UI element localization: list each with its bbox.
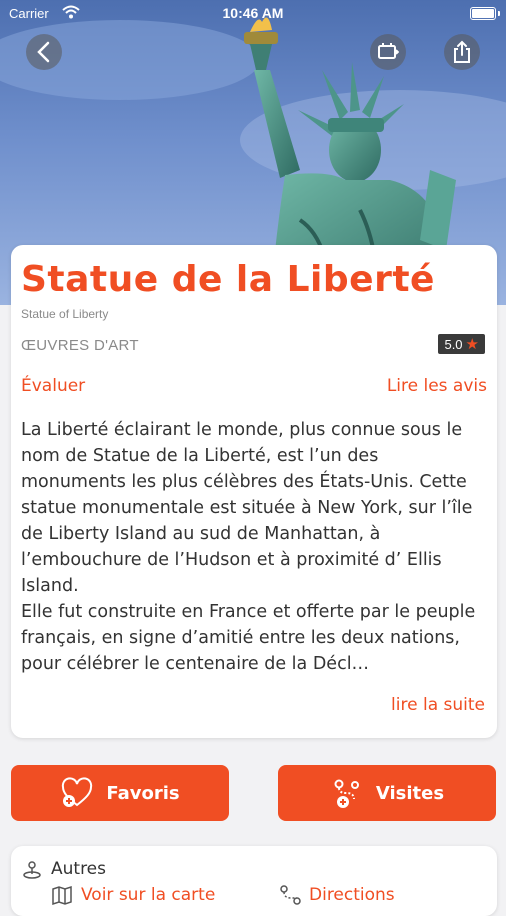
- directions-label: Directions: [309, 885, 395, 905]
- pin-icon: [23, 861, 41, 879]
- place-details-card: Statue de la Liberté Statue of Liberty Œ…: [11, 245, 497, 738]
- read-reviews-link[interactable]: Lire les avis: [387, 376, 487, 396]
- back-button[interactable]: [26, 34, 62, 70]
- rate-link[interactable]: Évaluer: [21, 376, 85, 396]
- rating-badge: 5.0 ★: [438, 334, 485, 354]
- read-more-link[interactable]: lire la suite: [391, 695, 485, 715]
- clock: 10:46 AM: [222, 5, 284, 21]
- place-description: La Liberté éclairant le monde, plus conn…: [21, 420, 476, 674]
- others-label: Autres: [51, 859, 107, 879]
- chevron-left-icon: [37, 41, 50, 63]
- map-icon: [52, 885, 72, 906]
- map-card-icon: [378, 43, 399, 59]
- place-subtitle: Statue of Liberty: [21, 307, 109, 321]
- share-icon: [454, 40, 470, 63]
- map-button[interactable]: [370, 34, 406, 70]
- visits-button[interactable]: Visites: [278, 765, 496, 821]
- route-plus-icon: [334, 779, 359, 808]
- others-row: Autres: [21, 858, 106, 880]
- visits-label: Visites: [375, 782, 445, 804]
- place-title: Statue de la Liberté: [21, 259, 435, 300]
- favorites-label: Favoris: [106, 782, 180, 804]
- star-icon: ★: [465, 336, 479, 353]
- rating-value: 5.0: [444, 336, 463, 352]
- battery-icon: [470, 7, 496, 20]
- status-bar: Carrier 10:46 AM: [0, 0, 506, 28]
- share-button[interactable]: [444, 34, 480, 70]
- directions-icon: [280, 885, 301, 905]
- place-category: ŒUVRES D'ART: [21, 337, 139, 354]
- view-on-map-link[interactable]: Voir sur la carte: [51, 884, 215, 906]
- directions-link[interactable]: Directions: [279, 884, 395, 906]
- view-on-map-label: Voir sur la carte: [81, 885, 216, 905]
- favorites-button[interactable]: Favoris: [11, 765, 229, 821]
- heart-plus-icon: [62, 777, 93, 807]
- info-card: Autres Voir sur la carte Directions: [11, 846, 497, 916]
